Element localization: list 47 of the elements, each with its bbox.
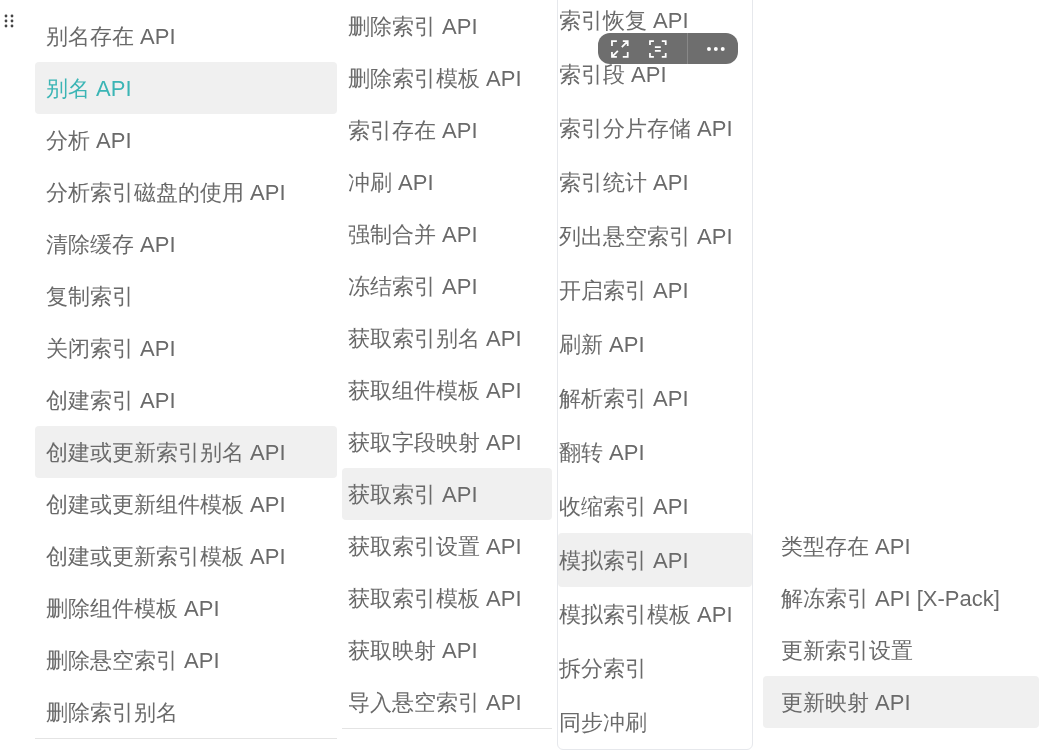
menu-item[interactable]: 复制索引: [35, 270, 337, 322]
menu-item[interactable]: 更新映射 API: [763, 676, 1039, 728]
menu-item[interactable]: 获取字段映射 API: [342, 416, 552, 468]
menu-item[interactable]: 收缩索引 API: [558, 479, 752, 533]
menu-item[interactable]: 翻转 API: [558, 425, 752, 479]
menu-item[interactable]: 获取索引 API: [342, 468, 552, 520]
menu-item[interactable]: 删除悬空索引 API: [35, 634, 337, 686]
menu-item[interactable]: 解冻索引 API [X-Pack]: [763, 572, 1039, 624]
menu-item[interactable]: 同步冲刷: [558, 695, 752, 749]
menu-item[interactable]: 创建或更新组件模板 API: [35, 478, 337, 530]
menu-item[interactable]: 列出悬空索引 API: [558, 209, 752, 263]
menu-item[interactable]: 开启索引 API: [558, 263, 752, 317]
menu-item[interactable]: 刷新 API: [558, 317, 752, 371]
menu-item[interactable]: 拆分索引: [558, 641, 752, 695]
menu-item[interactable]: 创建或更新索引模板 API: [35, 530, 337, 582]
menu-item[interactable]: 模拟索引模板 API: [558, 587, 752, 641]
menu-item[interactable]: 删除索引 API: [342, 0, 552, 52]
menu-item[interactable]: 分析索引磁盘的使用 API: [35, 166, 337, 218]
menu-item[interactable]: 索引分片存储 API: [558, 101, 752, 155]
menu-item[interactable]: 获取索引模板 API: [342, 572, 552, 624]
menu-item[interactable]: 冻结索引 API: [342, 260, 552, 312]
menu-item[interactable]: 分析 API: [35, 114, 337, 166]
menu-item[interactable]: 删除组件模板 API: [35, 582, 337, 634]
more-icon[interactable]: [706, 45, 726, 52]
menu-item[interactable]: 类型存在 API: [763, 520, 1039, 572]
menu-item[interactable]: 解析索引 API: [558, 371, 752, 425]
menu-item[interactable]: 更新索引设置: [763, 624, 1039, 676]
menu-item[interactable]: 导入悬空索引 API: [342, 676, 552, 728]
drag-handle-icon[interactable]: [4, 14, 14, 28]
menu-item[interactable]: 获取索引设置 API: [342, 520, 552, 572]
menu-item[interactable]: 创建或更新索引别名 API: [35, 426, 337, 478]
expand-icon[interactable]: [610, 38, 630, 59]
menu-item[interactable]: 删除索引模板 API: [342, 52, 552, 104]
menu-item[interactable]: 别名存在 API: [35, 10, 337, 62]
menu-item[interactable]: 创建索引 API: [35, 374, 337, 426]
menu-item[interactable]: 索引存在 API: [342, 104, 552, 156]
scan-icon[interactable]: [647, 38, 668, 59]
menu-item[interactable]: 强制合并 API: [342, 208, 552, 260]
menu-item[interactable]: 获取索引别名 API: [342, 312, 552, 364]
menu-item[interactable]: 获取组件模板 API: [342, 364, 552, 416]
menu-item[interactable]: 冲刷 API: [342, 156, 552, 208]
menu-item[interactable]: 模拟索引 API: [558, 533, 752, 587]
menu-item[interactable]: 获取映射 API: [342, 624, 552, 676]
menu-item[interactable]: 索引统计 API: [558, 155, 752, 209]
menu-item[interactable]: 清除缓存 API: [35, 218, 337, 270]
menu-item[interactable]: 关闭索引 API: [35, 322, 337, 374]
menu-item[interactable]: 删除索引别名: [35, 686, 337, 738]
